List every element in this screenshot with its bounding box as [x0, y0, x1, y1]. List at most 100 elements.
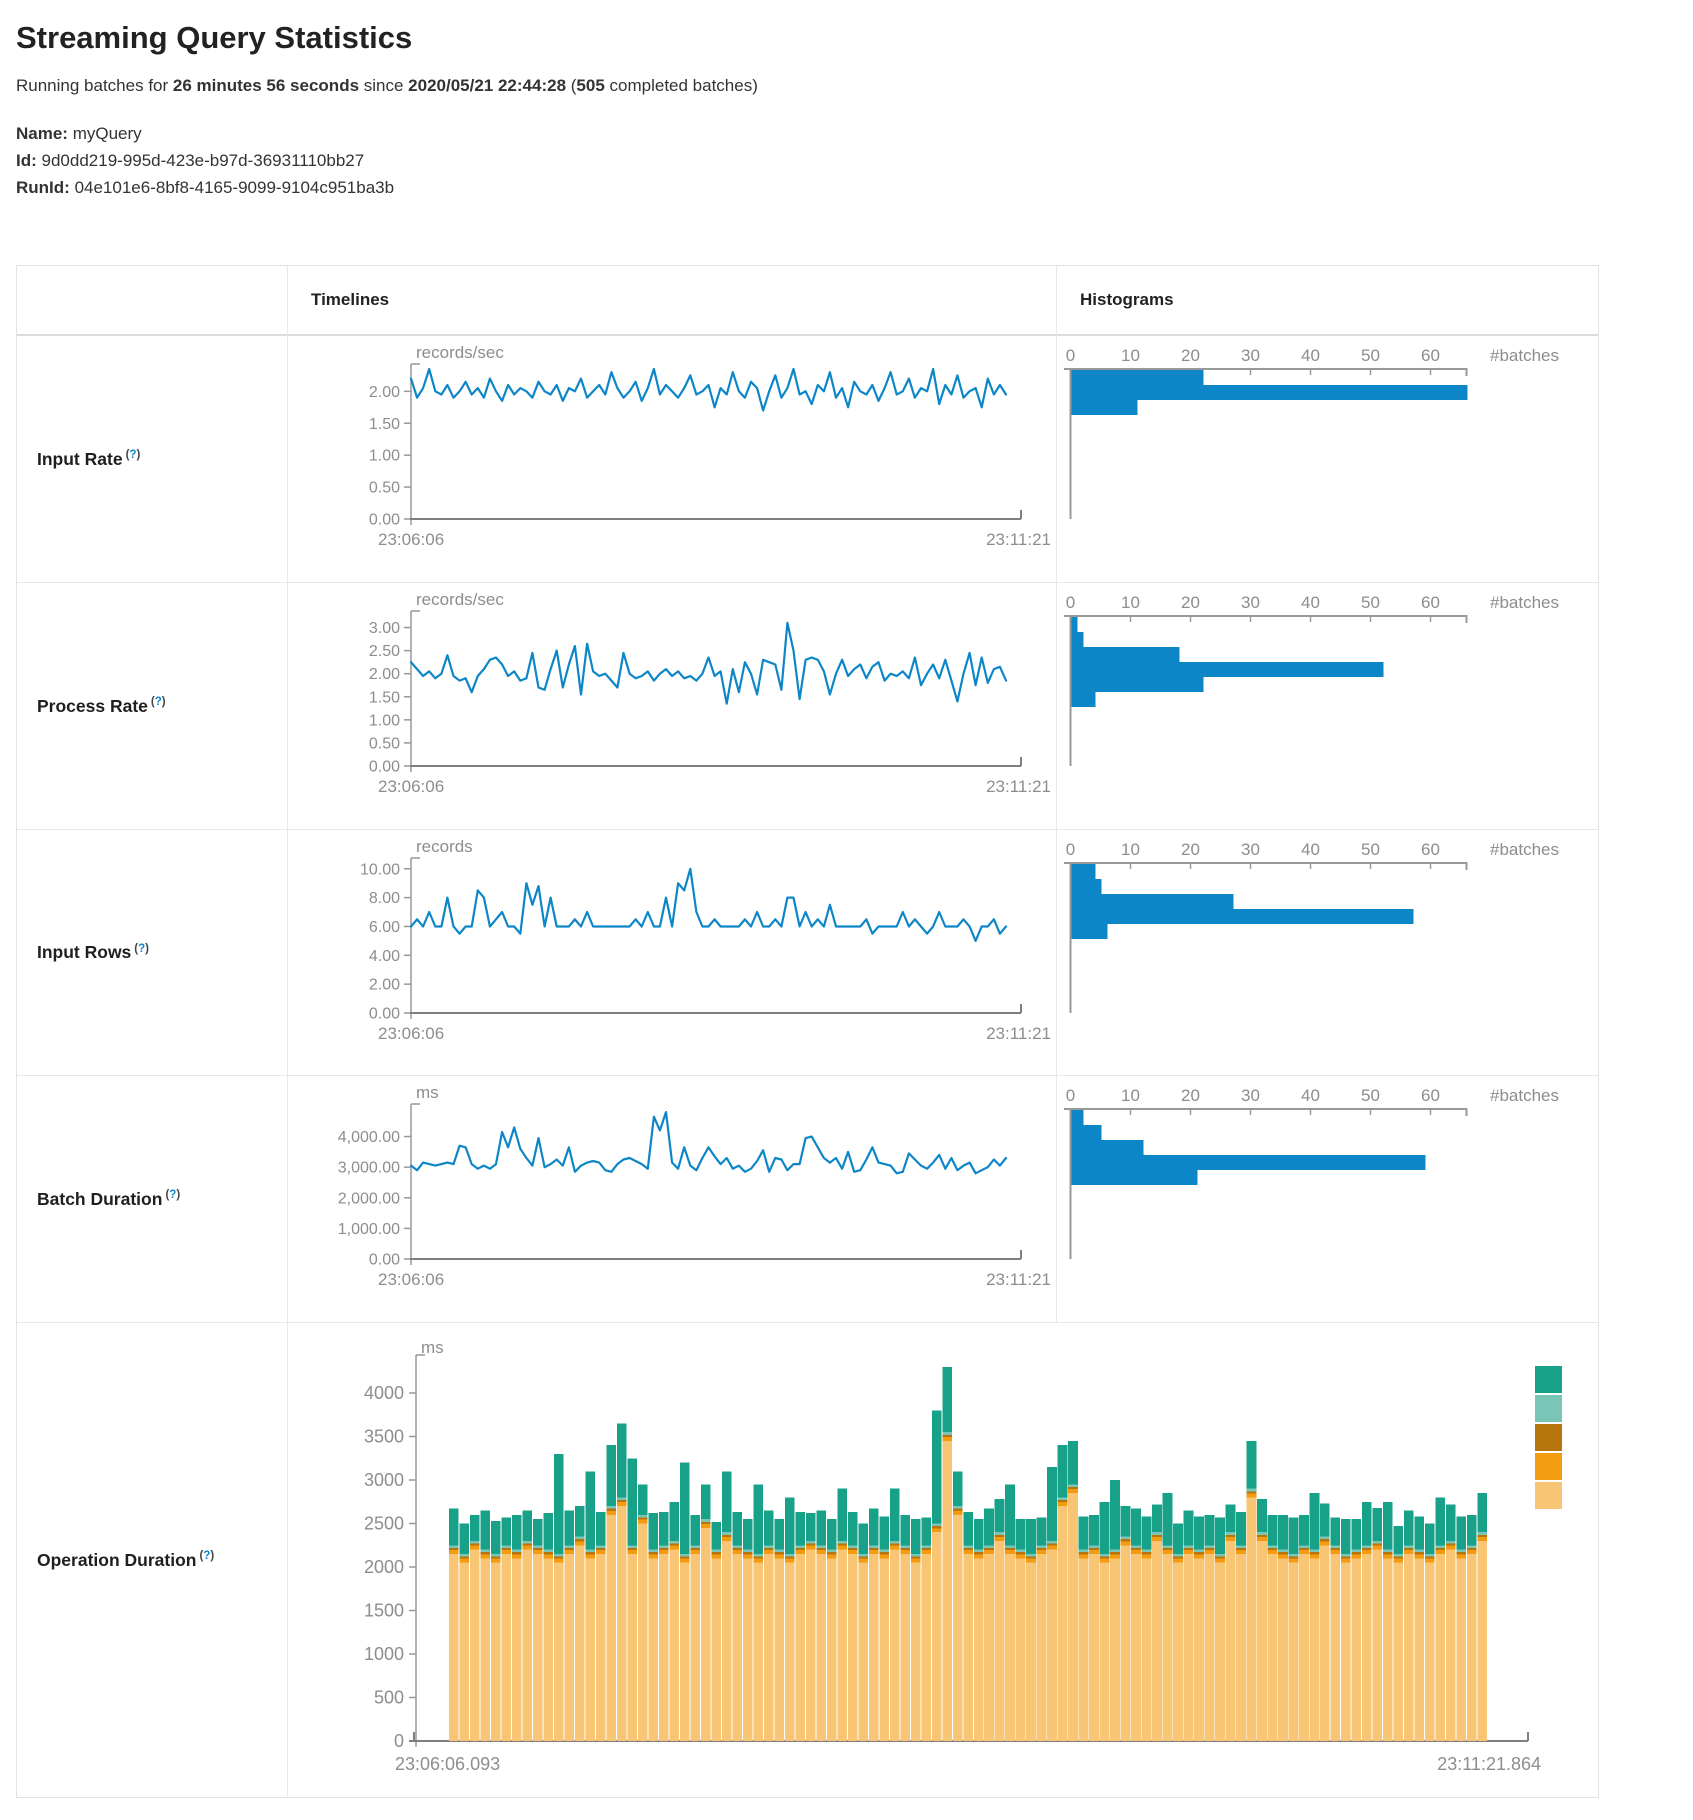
svg-text:500: 500: [374, 1688, 404, 1708]
svg-text:20: 20: [1181, 346, 1200, 365]
svg-text:6.00: 6.00: [369, 919, 400, 936]
input-rate-timeline-chart: records/sec2.001.501.000.500.0023:06:062…: [288, 336, 1057, 583]
svg-text:30: 30: [1241, 346, 1260, 365]
svg-text:ms: ms: [416, 1083, 439, 1102]
input-rate-label: Input Rate: [37, 449, 123, 469]
page-title: Streaming Query Statistics: [16, 20, 1677, 56]
svg-text:50: 50: [1361, 1086, 1380, 1105]
svg-text:1.50: 1.50: [369, 689, 400, 706]
query-name-label: Name:: [16, 124, 68, 143]
completed-batches-count: 505: [576, 76, 604, 95]
svg-text:23:11:21: 23:11:21: [986, 1270, 1051, 1289]
svg-text:10: 10: [1121, 1086, 1140, 1105]
help-icon[interactable]: (?): [165, 1189, 180, 1201]
svg-text:23:06:06: 23:06:06: [378, 1024, 444, 1043]
svg-text:20: 20: [1181, 840, 1200, 859]
svg-text:60: 60: [1421, 840, 1440, 859]
svg-text:1000: 1000: [364, 1644, 404, 1664]
svg-text:60: 60: [1421, 346, 1440, 365]
svg-text:records/sec: records/sec: [416, 590, 504, 609]
svg-text:ms: ms: [421, 1338, 444, 1357]
svg-text:23:06:06: 23:06:06: [378, 1270, 444, 1289]
svg-text:0: 0: [1066, 593, 1075, 612]
svg-text:40: 40: [1301, 593, 1320, 612]
svg-text:records: records: [416, 837, 473, 856]
svg-text:1.00: 1.00: [369, 448, 400, 465]
legend-swatch: [1535, 1453, 1562, 1480]
svg-text:0: 0: [394, 1731, 404, 1751]
svg-text:1,000.00: 1,000.00: [338, 1221, 400, 1238]
row-label-process-rate: Process Rate(?): [17, 583, 288, 830]
svg-text:2.00: 2.00: [369, 977, 400, 994]
input-rate-histogram-chart: 0102030405060#batches: [1057, 336, 1598, 583]
svg-text:8.00: 8.00: [369, 890, 400, 907]
svg-text:0.00: 0.00: [369, 759, 400, 776]
svg-text:2,000.00: 2,000.00: [338, 1190, 400, 1207]
svg-text:30: 30: [1241, 593, 1260, 612]
legend-swatch: [1535, 1424, 1562, 1451]
process-rate-timeline-chart: records/sec3.002.502.001.501.000.500.002…: [288, 583, 1057, 830]
svg-text:0.00: 0.00: [369, 512, 400, 529]
query-name-row: Name: myQuery: [16, 120, 1677, 147]
svg-text:10.00: 10.00: [360, 861, 400, 878]
process-rate-histogram-chart: 0102030405060#batches: [1057, 583, 1598, 830]
operation-duration-label: Operation Duration: [37, 1550, 196, 1570]
running-prefix: Running batches for: [16, 76, 173, 95]
batch-duration-histogram-chart: 0102030405060#batches: [1057, 1076, 1598, 1323]
svg-text:4,000.00: 4,000.00: [338, 1129, 400, 1146]
svg-text:40: 40: [1301, 1086, 1320, 1105]
svg-text:4.00: 4.00: [369, 948, 400, 965]
help-icon[interactable]: (?): [134, 943, 149, 955]
running-paren: (: [566, 76, 576, 95]
svg-text:23:06:06: 23:06:06: [378, 530, 444, 549]
svg-text:1.50: 1.50: [369, 416, 400, 433]
svg-text:60: 60: [1421, 1086, 1440, 1105]
svg-text:30: 30: [1241, 1086, 1260, 1105]
running-start-time: 2020/05/21 22:44:28: [408, 76, 566, 95]
svg-text:23:11:21: 23:11:21: [986, 777, 1051, 796]
help-icon[interactable]: (?): [199, 1550, 214, 1562]
svg-text:0.00: 0.00: [369, 1006, 400, 1023]
query-metadata: Name: myQuery Id: 9d0dd219-995d-423e-b97…: [16, 120, 1677, 201]
svg-text:#batches: #batches: [1490, 346, 1559, 365]
svg-text:0.00: 0.00: [369, 1252, 400, 1269]
svg-text:2.00: 2.00: [369, 666, 400, 683]
input-rows-label: Input Rows: [37, 942, 131, 962]
svg-text:20: 20: [1181, 1086, 1200, 1105]
legend-swatch: [1535, 1395, 1562, 1422]
query-runid-label: RunId:: [16, 178, 70, 197]
svg-text:50: 50: [1361, 840, 1380, 859]
svg-text:3.00: 3.00: [369, 620, 400, 637]
svg-text:3,000.00: 3,000.00: [338, 1160, 400, 1177]
svg-text:0.50: 0.50: [369, 480, 400, 497]
svg-text:40: 40: [1301, 346, 1320, 365]
header-histograms: Histograms: [1057, 266, 1598, 336]
svg-text:#batches: #batches: [1490, 593, 1559, 612]
svg-text:10: 10: [1121, 840, 1140, 859]
row-label-operation-duration: Operation Duration(?): [17, 1323, 288, 1797]
svg-text:20: 20: [1181, 593, 1200, 612]
query-id-value: 9d0dd219-995d-423e-b97d-36931110bb27: [42, 151, 365, 170]
header-empty-cell: [17, 266, 288, 336]
row-label-batch-duration: Batch Duration(?): [17, 1076, 288, 1323]
legend-swatch: [1535, 1366, 1562, 1393]
query-runid-value: 04e101e6-8bf8-4165-9099-9104c951ba3b: [75, 178, 395, 197]
svg-text:0.50: 0.50: [369, 735, 400, 752]
svg-text:2.50: 2.50: [369, 643, 400, 660]
query-runid-row: RunId: 04e101e6-8bf8-4165-9099-9104c951b…: [16, 174, 1677, 201]
running-suffix: completed batches): [605, 76, 758, 95]
batch-duration-label: Batch Duration: [37, 1189, 162, 1209]
row-label-input-rate: Input Rate(?): [17, 336, 288, 583]
svg-text:3500: 3500: [364, 1427, 404, 1447]
svg-text:records/sec: records/sec: [416, 343, 504, 362]
help-icon[interactable]: (?): [126, 449, 141, 461]
svg-text:2.00: 2.00: [369, 384, 400, 401]
svg-text:23:06:06: 23:06:06: [378, 777, 444, 796]
operation-duration-chart: ms4000350030002500200015001000500023:06:…: [288, 1323, 1598, 1797]
help-icon[interactable]: (?): [151, 696, 166, 708]
svg-text:23:11:21: 23:11:21: [986, 1024, 1051, 1043]
svg-text:2500: 2500: [364, 1514, 404, 1534]
svg-text:0: 0: [1066, 840, 1075, 859]
running-summary: Running batches for 26 minutes 56 second…: [16, 76, 1677, 96]
svg-text:60: 60: [1421, 593, 1440, 612]
